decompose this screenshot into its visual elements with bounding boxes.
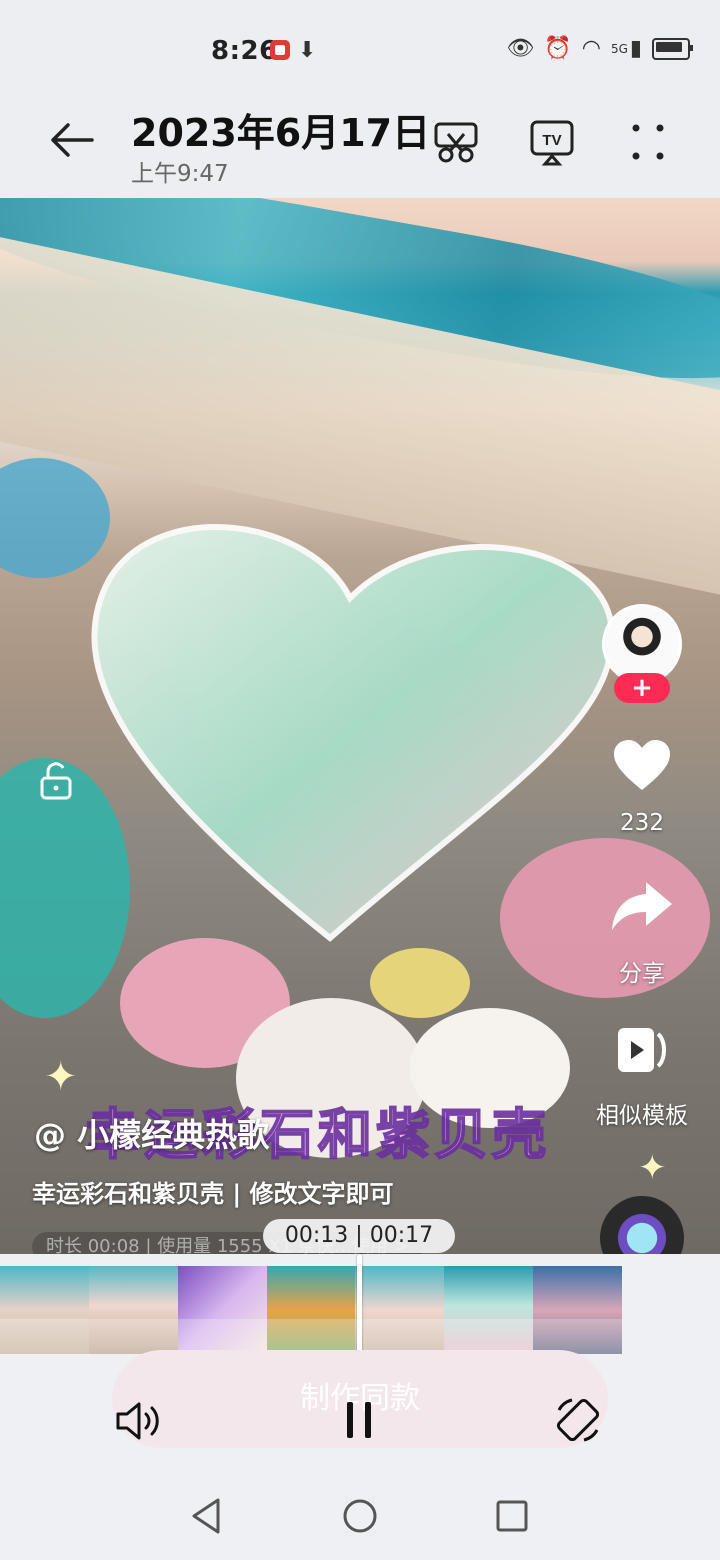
like-count: 232 (620, 810, 664, 836)
wifi-icon: ◠ (581, 36, 601, 61)
filmstrip-frame (533, 1266, 623, 1354)
status-icons: 👁 ⏰ ◠ 5G ▮ (506, 36, 693, 61)
heart-glass-image (91, 524, 615, 942)
similar-template-icon[interactable] (614, 1022, 670, 1078)
nav-home-icon[interactable] (336, 1492, 384, 1540)
back-arrow-icon[interactable] (48, 116, 96, 164)
timeline-playhead[interactable] (357, 1254, 362, 1364)
total-time: 00:17 (369, 1223, 434, 1248)
system-nav-bar (0, 1476, 720, 1560)
music-disc-icon[interactable] (600, 1196, 684, 1254)
lock-screen-icon[interactable] (36, 760, 76, 800)
timeline-filmstrip[interactable] (0, 1266, 623, 1354)
eye-icon: 👁 (506, 36, 535, 61)
filmstrip-frame (0, 1266, 89, 1354)
volume-icon[interactable] (114, 1398, 166, 1444)
filmstrip-frame (266, 1266, 356, 1354)
similar-template-label[interactable]: 相似模板 (590, 1096, 694, 1130)
author-name[interactable]: @ 小檬经典热歌 (34, 1110, 269, 1156)
rotate-screen-icon[interactable] (554, 1396, 602, 1444)
filmstrip-frame (177, 1266, 267, 1354)
network-type: 5G (610, 41, 628, 56)
alarm-icon: ⏰ (544, 36, 572, 61)
share-arrow-icon[interactable] (610, 878, 674, 934)
more-options-icon[interactable] (624, 118, 672, 166)
sparkle-icon: ✦ (44, 1054, 78, 1100)
video-player[interactable]: ✦ ✦ + 232 分享 相似模板 幸运彩石和紫贝壳 @ 小檬经典热歌 幸运彩石… (0, 198, 720, 1254)
edit-clip-icon[interactable] (432, 118, 480, 166)
signal-icon: ▮ (629, 36, 642, 61)
author-avatar[interactable] (602, 604, 682, 684)
status-time: 8:26 (211, 36, 278, 66)
playback-time: 00:13 | 00:17 (263, 1219, 455, 1253)
nav-recents-icon[interactable] (488, 1492, 536, 1540)
time-separator: | (348, 1223, 370, 1248)
share-label[interactable]: 分享 (606, 954, 678, 988)
download-icon: ⬇ (298, 38, 317, 63)
pause-icon[interactable] (344, 1400, 376, 1440)
page-subtitle: 上午9:47 (131, 161, 229, 187)
tv-cast-icon[interactable]: TV (528, 118, 576, 166)
battery-icon (652, 37, 693, 60)
status-bar: 8:26 ⬇ 👁 ⏰ ◠ 5G ▮ (0, 0, 720, 100)
app-notification-icon (270, 40, 290, 60)
current-time: 00:13 (284, 1223, 349, 1248)
follow-button[interactable]: + (614, 673, 670, 703)
page-title: 2023年6月17日 (131, 111, 431, 155)
like-heart-icon[interactable] (612, 738, 672, 794)
filmstrip-frame (88, 1266, 178, 1354)
video-description: 幸运彩石和紫贝壳 | 修改文字即可 (32, 1180, 394, 1208)
filmstrip-frame (355, 1266, 445, 1354)
top-bar: 2023年6月17日 上午9:47 TV (0, 86, 720, 198)
video-stone (370, 948, 470, 1018)
filmstrip-frame (444, 1266, 534, 1354)
nav-back-icon[interactable] (184, 1492, 232, 1540)
sparkle-icon: ✦ (638, 1148, 667, 1188)
svg-text:TV: TV (542, 132, 561, 149)
